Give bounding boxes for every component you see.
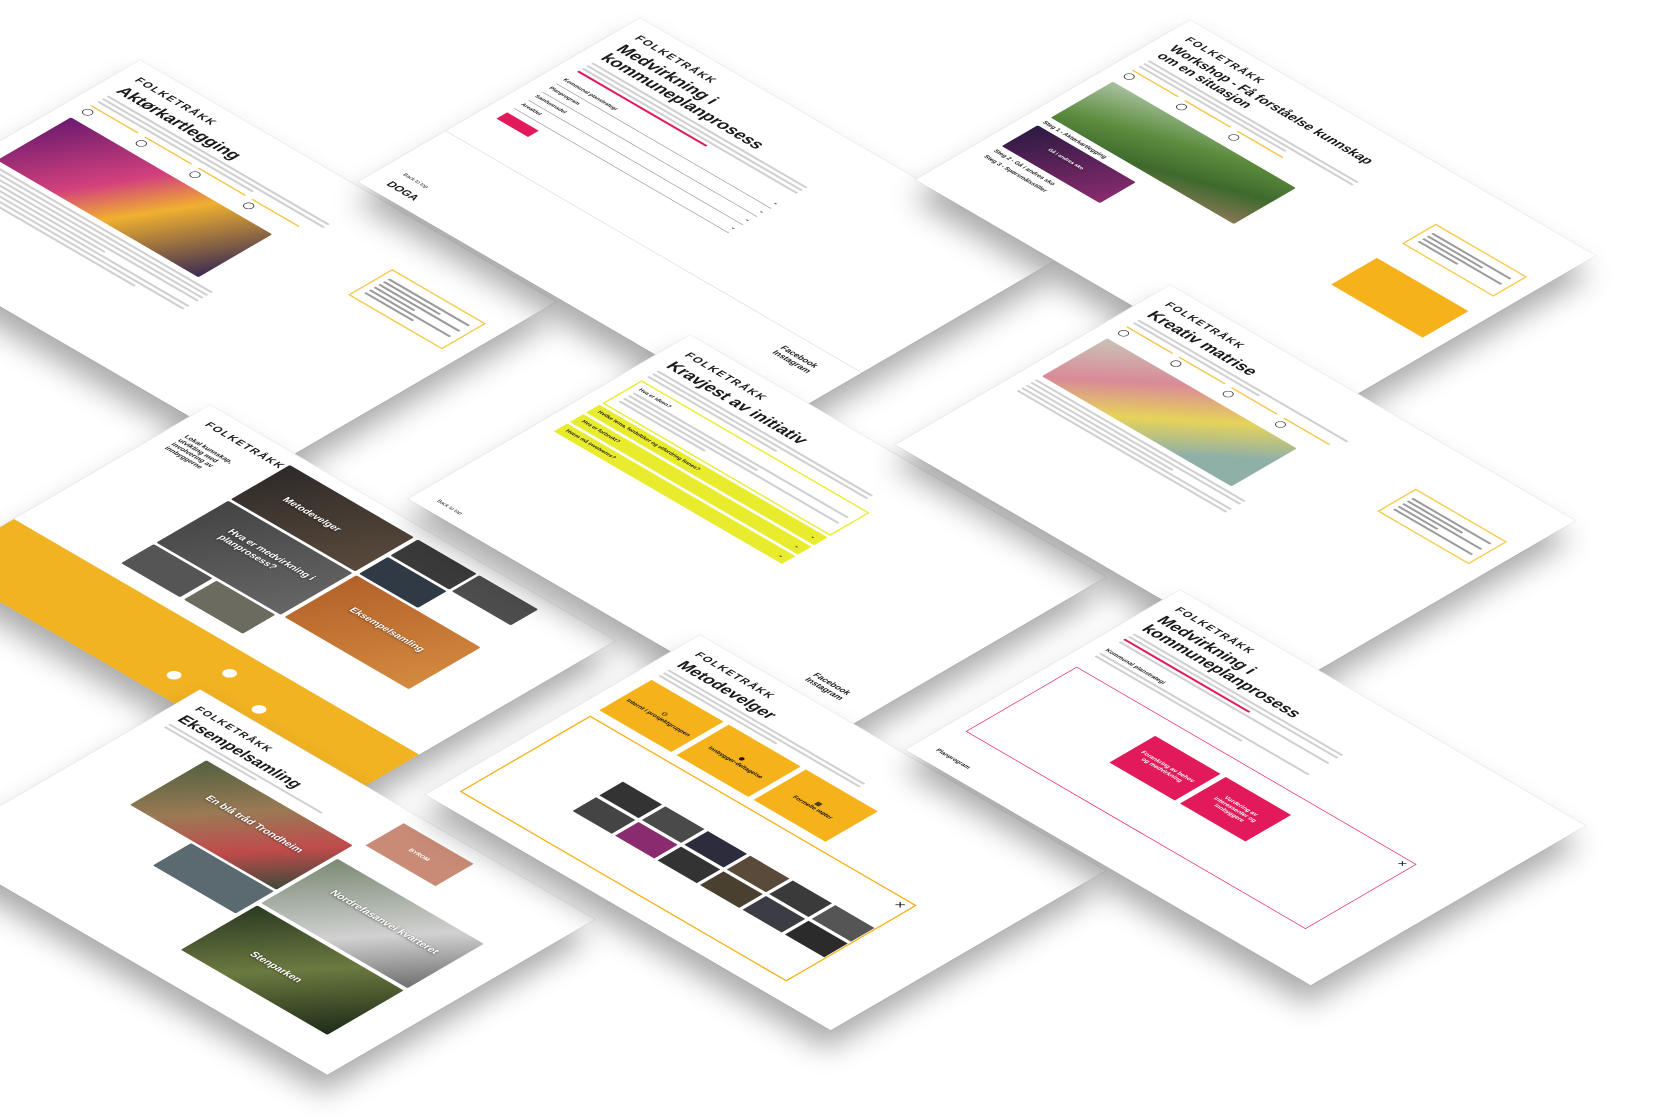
user-icon xyxy=(133,138,150,149)
chevron-down-icon: ⌄ xyxy=(771,201,781,207)
chevron-down-icon: ⌄ xyxy=(757,209,766,215)
chart-icon xyxy=(1272,419,1289,430)
user-icon xyxy=(1173,102,1190,112)
people-icon xyxy=(1115,328,1132,338)
chevron-down-icon: ⌄ xyxy=(792,544,802,550)
back-to-top-link[interactable]: Back to top xyxy=(435,499,463,515)
footer-label: Planprogram xyxy=(934,747,973,770)
user-icon xyxy=(1167,359,1184,369)
chevron-down-icon: ⌄ xyxy=(729,225,738,231)
people-icon xyxy=(1121,71,1138,82)
circle-icon xyxy=(248,703,270,716)
circle-icon xyxy=(219,667,241,680)
circle-icon xyxy=(163,669,185,682)
chevron-down-icon: ⌄ xyxy=(776,553,786,559)
tile-small[interactable] xyxy=(451,575,539,626)
social-links: Facebook Instagram xyxy=(770,345,821,375)
social-links: Facebook Instagram xyxy=(802,672,853,702)
close-icon[interactable]: ✕ xyxy=(1394,859,1410,868)
clock-icon xyxy=(1226,132,1242,142)
chart-icon xyxy=(240,201,257,211)
people-icon xyxy=(79,107,96,117)
chevron-down-icon: ⌄ xyxy=(743,217,752,223)
chevron-down-icon: ⌄ xyxy=(808,534,818,540)
close-icon[interactable]: ✕ xyxy=(890,900,909,911)
clock-icon xyxy=(186,170,203,180)
clock-icon xyxy=(1220,389,1236,399)
